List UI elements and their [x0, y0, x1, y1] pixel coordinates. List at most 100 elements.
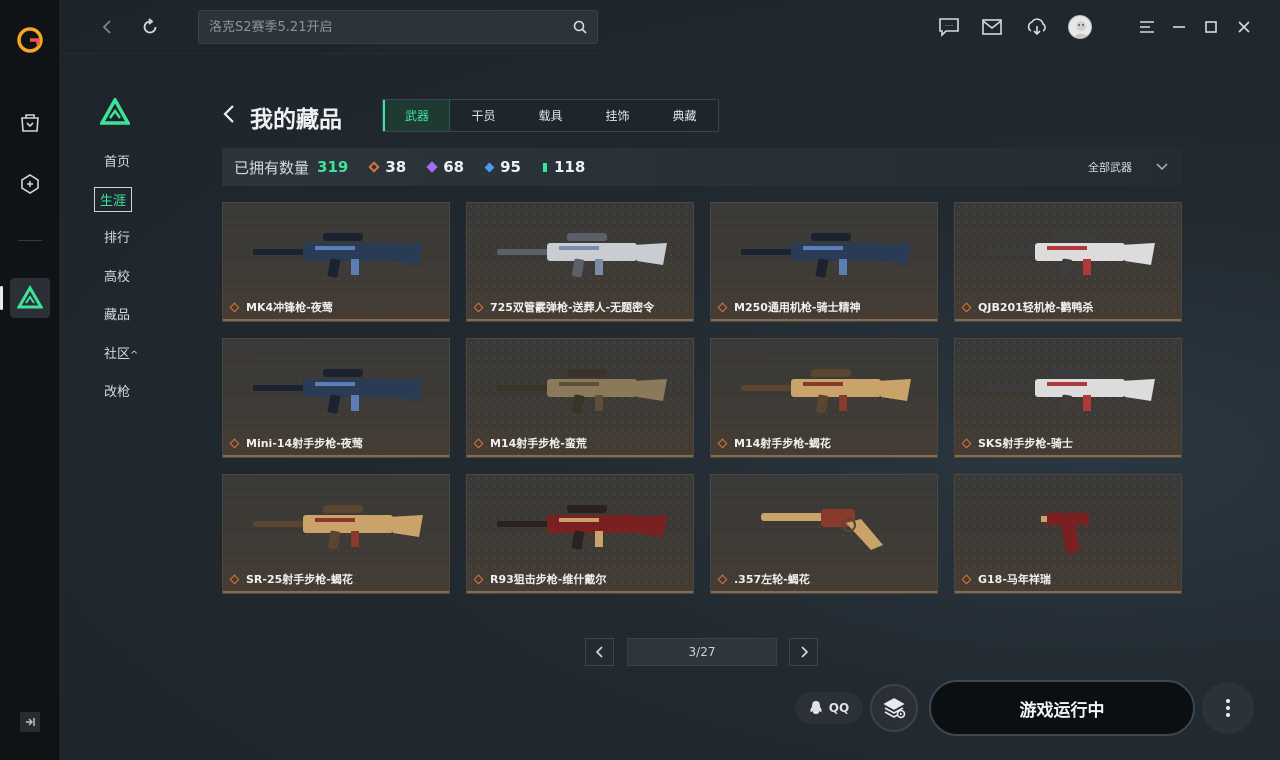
search-box[interactable]	[198, 10, 598, 44]
tab-charms[interactable]: 挂饰	[584, 100, 651, 131]
rarity-green-icon	[542, 162, 547, 172]
subnav-item-ranking[interactable]: 排行	[104, 227, 130, 246]
collection-card[interactable]: M250通用机枪-骑士精神	[710, 202, 938, 322]
mail-icon[interactable]	[979, 14, 1005, 40]
stats-bar: 已拥有数量 319 38 68 95 118 全部武器	[222, 148, 1182, 186]
weapon-image	[253, 233, 423, 278]
weapon-name: M14射手步枪-蝎花	[734, 437, 831, 450]
card-label: M14射手步枪-蝎花	[717, 435, 831, 451]
tab-vehicles[interactable]: 载具	[517, 100, 584, 131]
collection-card[interactable]: QJB201轻机枪-鹳鸭杀	[954, 202, 1182, 322]
weapon-name: M14射手步枪-蛮荒	[490, 437, 587, 450]
rarity-purple-value: 68	[443, 158, 465, 176]
user-avatar[interactable]	[1068, 15, 1092, 39]
rarity-purple-icon	[426, 161, 438, 173]
more-options-button[interactable]	[1202, 682, 1254, 734]
store-bag-icon[interactable]	[10, 102, 50, 142]
search-icon[interactable]	[573, 20, 587, 34]
back-nav-icon[interactable]	[94, 14, 120, 40]
rarity-gem-icon	[961, 574, 972, 584]
back-arrow-icon[interactable]	[222, 104, 236, 128]
rarity-gem-icon	[717, 438, 728, 448]
rarity-gem-icon	[229, 438, 240, 448]
collection-card[interactable]: G18-马年祥瑞	[954, 474, 1182, 594]
rail-active-indicator	[0, 286, 3, 310]
weapon-filter-dropdown[interactable]: 全部武器	[1088, 159, 1168, 175]
rarity-orange-value: 38	[385, 158, 407, 176]
maximize-icon[interactable]	[1198, 14, 1224, 40]
rarity-blue-icon	[484, 162, 495, 172]
collection-card[interactable]: Mini-14射手步枪-夜莺	[222, 338, 450, 458]
card-label: SKS射手步枪-骑士	[961, 435, 1073, 451]
collection-card[interactable]: SR-25射手步枪-蝎花	[222, 474, 450, 594]
weapon-image	[985, 233, 1155, 278]
weapon-name: 725双管霰弹枪-送葬人-无题密令	[490, 301, 655, 314]
card-label: MK4冲锋枪-夜莺	[229, 299, 333, 315]
weapon-name: G18-马年祥瑞	[978, 573, 1051, 586]
message-icon[interactable]	[936, 14, 962, 40]
subnav-item-college[interactable]: 高校	[104, 266, 130, 285]
rarity-gem-icon	[473, 438, 484, 448]
prev-page-button[interactable]	[585, 638, 614, 666]
app-logo-icon[interactable]	[10, 20, 50, 60]
chevron-down-icon	[1156, 163, 1168, 171]
weapon-name: Mini-14射手步枪-夜莺	[246, 437, 363, 450]
menu-icon[interactable]	[1134, 14, 1160, 40]
subnav-item-career[interactable]: 生涯	[94, 187, 133, 212]
collection-card[interactable]: M14射手步枪-蛮荒	[466, 338, 694, 458]
qq-button[interactable]: QQ	[795, 692, 863, 724]
subnav-community-label: 社区	[104, 347, 131, 362]
weapon-filter-label: 全部武器	[1088, 161, 1132, 174]
close-icon[interactable]	[1231, 14, 1257, 40]
card-label: .357左轮-蝎花	[717, 571, 810, 587]
refresh-icon[interactable]	[137, 14, 163, 40]
launch-game-label: 游戏运行中	[1019, 700, 1105, 721]
subnav-item-community[interactable]: 社区^	[104, 343, 138, 362]
collection-card[interactable]: M14射手步枪-蝎花	[710, 338, 938, 458]
overlay-layers-button[interactable]	[870, 684, 918, 732]
next-page-button[interactable]	[789, 638, 818, 666]
weapon-image	[985, 369, 1155, 414]
collapse-sidebar-icon[interactable]	[20, 712, 40, 732]
weapon-name: QJB201轻机枪-鹳鸭杀	[978, 301, 1094, 314]
weapon-image	[253, 369, 423, 414]
search-input[interactable]	[209, 19, 573, 35]
top-bar	[60, 0, 1280, 54]
download-icon[interactable]	[1024, 14, 1050, 40]
main-area: 首页 生涯 排行 高校 藏品 社区^ 改枪 我的藏品 武器 干员 载具 挂饰 典…	[60, 0, 1280, 760]
weapon-image	[761, 509, 883, 550]
owned-label: 已拥有数量	[234, 158, 310, 177]
collection-card[interactable]: R93狙击步枪-维什戴尔	[466, 474, 694, 594]
weapon-image	[497, 233, 667, 278]
subnav-item-collection[interactable]: 藏品	[104, 304, 130, 323]
tab-collectibles[interactable]: 典藏	[651, 100, 718, 131]
page-title: 我的藏品	[250, 107, 342, 133]
launch-game-button[interactable]: 游戏运行中	[929, 680, 1195, 736]
collection-card[interactable]: 725双管霰弹枪-送葬人-无题密令	[466, 202, 694, 322]
card-label: Mini-14射手步枪-夜莺	[229, 435, 363, 451]
chevron-left-icon	[595, 646, 603, 658]
subnav-item-gunsmith[interactable]: 改枪	[104, 381, 130, 400]
subnav-item-home[interactable]: 首页	[104, 151, 130, 170]
weapon-image	[497, 369, 667, 414]
tab-weapons[interactable]: 武器	[383, 100, 450, 131]
minimize-icon[interactable]	[1166, 14, 1192, 40]
rarity-gem-icon	[961, 438, 972, 448]
delta-force-game-icon[interactable]	[10, 278, 50, 318]
card-label: M14射手步枪-蛮荒	[473, 435, 587, 451]
weapon-name: M250通用机枪-骑士精神	[734, 301, 861, 314]
weapon-image	[253, 505, 423, 550]
weapon-name: R93狙击步枪-维什戴尔	[490, 573, 607, 586]
card-label: 725双管霰弹枪-送葬人-无题密令	[473, 299, 655, 315]
rail-divider	[18, 240, 42, 241]
more-vertical-icon	[1226, 699, 1230, 717]
tab-operators[interactable]: 干员	[450, 100, 517, 131]
games-hex-icon[interactable]	[10, 164, 50, 204]
collection-card[interactable]: SKS射手步枪-骑士	[954, 338, 1182, 458]
qq-penguin-icon	[810, 701, 822, 714]
card-label: QJB201轻机枪-鹳鸭杀	[961, 299, 1094, 315]
collection-card[interactable]: .357左轮-蝎花	[710, 474, 938, 594]
app-rail	[0, 0, 60, 760]
collection-card[interactable]: MK4冲锋枪-夜莺	[222, 202, 450, 322]
rarity-gem-icon	[717, 302, 728, 312]
